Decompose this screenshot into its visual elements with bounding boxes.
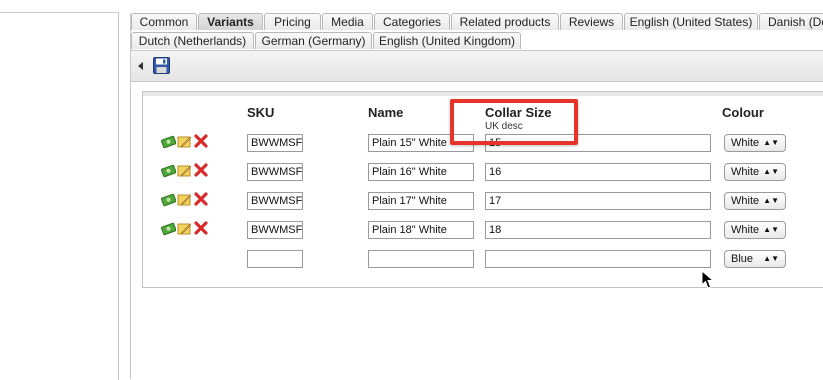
edit-row-icon[interactable] xyxy=(177,192,192,207)
triangle-left-icon[interactable] xyxy=(138,62,143,70)
delete-row-icon[interactable] xyxy=(194,221,208,235)
tab-dutch[interactable]: Dutch (Netherlands) xyxy=(131,32,254,49)
delete-row-icon[interactable] xyxy=(194,163,208,177)
new-sku-input[interactable] xyxy=(247,250,303,268)
delete-row-icon[interactable] xyxy=(194,192,208,206)
edit-row-icon[interactable] xyxy=(177,221,192,236)
select-arrows-icon: ▲▼ xyxy=(763,138,779,147)
name-input[interactable]: Plain 16" White xyxy=(368,163,474,181)
colour-select[interactable]: White ▲▼ xyxy=(724,221,786,239)
highlight-annotation xyxy=(450,99,578,145)
edit-row-icon[interactable] xyxy=(177,163,192,178)
save-row-icon[interactable] xyxy=(161,163,176,178)
collar-size-input[interactable]: 17 xyxy=(485,192,711,210)
new-variant-row: Blue ▲▼ xyxy=(143,248,823,268)
row-actions xyxy=(161,221,211,237)
table-row: BWWMSFS Plain 16" White 16 White▲▼ xyxy=(143,161,823,181)
edit-row-icon[interactable] xyxy=(177,134,192,149)
tab-related-products[interactable]: Related products xyxy=(451,13,559,30)
new-name-input[interactable] xyxy=(368,250,474,268)
new-collar-size-input[interactable] xyxy=(485,250,711,268)
tab-danish[interactable]: Danish (De xyxy=(759,13,823,30)
tab-english-uk[interactable]: English (United Kingdom) xyxy=(373,32,521,49)
floppy-disk-icon[interactable] xyxy=(153,57,170,74)
select-arrows-icon: ▲▼ xyxy=(763,167,779,176)
tab-media[interactable]: Media xyxy=(322,13,373,30)
collar-size-input[interactable]: 18 xyxy=(485,221,711,239)
tab-variants[interactable]: Variants xyxy=(198,13,263,30)
left-panel xyxy=(0,12,119,380)
header-sku: SKU xyxy=(247,105,275,120)
toolbar xyxy=(131,50,823,82)
tab-common[interactable]: Common xyxy=(131,13,197,30)
save-row-icon[interactable] xyxy=(161,192,176,207)
header-name: Name xyxy=(368,105,404,120)
product-editor: Common Variants Pricing Media Categories… xyxy=(130,13,823,379)
row-actions xyxy=(161,134,211,150)
row-actions xyxy=(161,192,211,208)
save-row-icon[interactable] xyxy=(161,134,176,149)
tab-categories[interactable]: Categories xyxy=(374,13,450,30)
sku-input[interactable]: BWWMSFS xyxy=(247,221,303,239)
select-arrows-icon: ▲▼ xyxy=(763,225,779,234)
table-row: BWWMSFS Plain 17" White 17 White▲▼ xyxy=(143,190,823,210)
colour-select[interactable]: White ▲▼ xyxy=(724,163,786,181)
tab-reviews[interactable]: Reviews xyxy=(560,13,623,30)
header-colour: Colour xyxy=(722,105,764,120)
select-arrows-icon: ▲▼ xyxy=(763,196,779,205)
sku-input[interactable]: BWWMSFS xyxy=(247,163,303,181)
tab-german[interactable]: German (Germany) xyxy=(255,32,372,49)
row-actions xyxy=(161,163,211,179)
sku-input[interactable]: BWWMSFS xyxy=(247,134,303,152)
tab-pricing[interactable]: Pricing xyxy=(264,13,321,30)
tab-english-us[interactable]: English (United States) xyxy=(624,13,758,30)
new-colour-select[interactable]: Blue ▲▼ xyxy=(724,250,786,268)
select-arrows-icon: ▲▼ xyxy=(763,254,779,263)
mouse-pointer-icon xyxy=(701,270,715,289)
save-row-icon[interactable] xyxy=(161,221,176,236)
name-input[interactable]: Plain 17" White xyxy=(368,192,474,210)
table-row: BWWMSFS Plain 18" White 18 White▲▼ xyxy=(143,219,823,239)
colour-select[interactable]: White ▲▼ xyxy=(724,134,786,152)
delete-row-icon[interactable] xyxy=(194,134,208,148)
colour-select[interactable]: White ▲▼ xyxy=(724,192,786,210)
collar-size-input[interactable]: 16 xyxy=(485,163,711,181)
name-input[interactable]: Plain 18" White xyxy=(368,221,474,239)
sku-input[interactable]: BWWMSFS xyxy=(247,192,303,210)
